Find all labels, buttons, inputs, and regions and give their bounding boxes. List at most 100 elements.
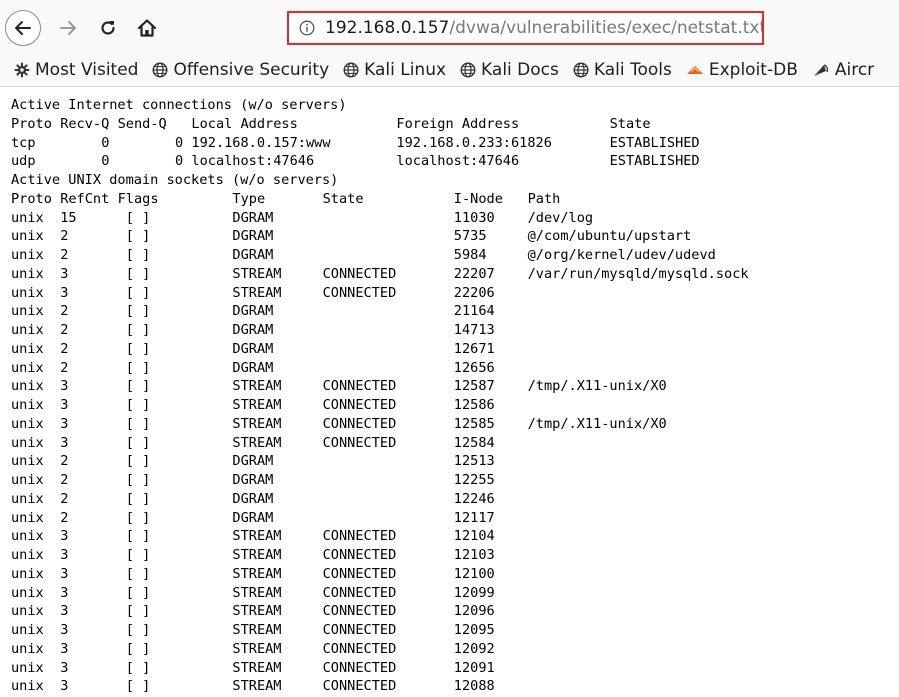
type-cell: STREAM [232,415,282,432]
refcnt-cell: 15 [60,209,77,226]
type-cell: STREAM [232,397,282,413]
bookmark-aircrack[interactable]: Aircr [812,60,874,80]
bookmark-kali-tools[interactable]: Kali Tools [573,60,672,80]
refcnt-cell: 3 [60,565,69,582]
proto-cell: unix [11,528,44,545]
inode-cell: 5984 [453,247,487,263]
flags-cell: [ ] [125,322,151,338]
unix-socket-row: unix 3 [ ] STREAM CONNECTED 12103 [11,546,899,565]
aircrack-icon [812,62,830,78]
flags-cell: [ ] [125,640,151,657]
unix-socket-row: unix 2 [ ] DGRAM 5735 @/com/ubuntu/upstart [11,227,899,246]
proto-cell: tcp [11,134,36,151]
column-header: State [322,190,364,207]
state-cell: CONNECTED [322,378,397,395]
send-q-cell: 0 [175,134,184,151]
bookmark-offensive-security[interactable]: Offensive Security [152,60,329,80]
inode-cell: 11030 [453,209,495,226]
type-cell: STREAM [232,640,282,657]
type-cell: DGRAM [232,209,274,226]
type-cell: STREAM [232,659,282,676]
flags-cell: [ ] [125,434,151,451]
globe-icon [152,62,168,78]
inet-header-row: Proto Recv-Q Send-Q Local Address Foreign Ad… [11,115,899,134]
flags-cell: [ ] [125,659,151,676]
proto-cell: unix [11,247,44,263]
refcnt-cell: 3 [60,603,69,620]
flags-cell: [ ] [125,678,151,695]
unix-socket-row: unix 3 [ ] STREAM CONNECTED 12096 [11,602,899,621]
globe-icon [460,62,476,78]
column-header: Proto [11,115,52,132]
refcnt-cell: 2 [60,359,69,376]
proto-cell: unix [11,397,44,413]
flags-cell: [ ] [125,547,151,563]
home-button[interactable] [132,10,162,46]
type-cell: DGRAM [232,472,274,488]
flags-cell: [ ] [125,209,151,226]
state-cell: CONNECTED [322,640,397,657]
inode-cell: 14713 [453,322,495,338]
proto-cell: unix [11,472,44,488]
inode-cell: 12255 [453,472,495,488]
inode-cell: 12100 [453,565,495,582]
reload-button[interactable] [94,10,122,46]
address-bar[interactable]: 192.168.0.157/dvwa/vulnerabilities/exec/… [287,11,764,45]
refcnt-cell: 2 [60,247,69,263]
flags-cell: [ ] [125,378,151,395]
refcnt-cell: 3 [60,622,69,638]
type-cell: STREAM [232,584,282,601]
proto-cell: unix [11,434,44,451]
bookmark-exploit-db[interactable]: Exploit-DB [686,60,798,80]
url-path: /dvwa/vulnerabilities/exec/netstat.txt [449,18,764,38]
proto-cell: unix [11,565,44,582]
path-cell: /tmp/.X11-unix/X0 [527,415,667,432]
column-header: Proto [11,190,52,207]
inode-cell: 12586 [453,397,495,413]
bookmark-most-visited[interactable]: Most Visited [14,60,138,80]
unix-socket-row: unix 3 [ ] STREAM CONNECTED 22206 [11,284,899,303]
unix-socket-row: unix 3 [ ] STREAM CONNECTED 12099 [11,584,899,603]
column-header: I-Node [453,190,503,207]
unix-socket-row: unix 3 [ ] STREAM CONNECTED 22207/var/run/mys… [11,265,899,284]
inode-cell: 12513 [453,453,495,470]
state-cell: CONNECTED [322,622,397,638]
state-cell: ESTABLISHED [609,153,700,170]
unix-socket-row: unix 2 [ ] DGRAM 5984 @/org/kernel/udev/udevd [11,246,899,265]
bookmark-label: Most Visited [35,60,139,80]
unix-socket-row: unix 3 [ ] STREAM CONNECTED 12104 [11,527,899,546]
inode-cell: 12104 [453,528,495,545]
state-cell: CONNECTED [322,528,397,545]
refcnt-cell: 2 [60,453,69,470]
refcnt-cell: 3 [60,378,69,395]
foreign-address-cell: localhost:47646 [396,153,520,170]
flags-cell: [ ] [125,397,151,413]
bookmark-kali-docs[interactable]: Kali Docs [460,60,559,80]
back-arrow-icon [15,21,31,35]
back-button[interactable] [5,10,41,46]
inet-connection-row: udp 0 0 localhost:47646 localhost:47646 ESTAB… [11,152,899,171]
flags-cell: [ ] [125,265,151,282]
unix-heading: Active UNIX domain sockets (w/o servers) [11,171,899,190]
refcnt-cell: 2 [60,490,69,507]
proto-cell: unix [11,228,44,245]
local-address-cell: localhost:47646 [191,153,315,170]
flags-cell: [ ] [125,490,151,507]
bookmark-label: Offensive Security [173,60,330,80]
type-cell: STREAM [232,528,282,545]
bookmark-kali-linux[interactable]: Kali Linux [343,60,446,80]
flags-cell: [ ] [125,359,151,376]
state-cell: CONNECTED [322,397,397,413]
unix-header-row: Proto RefCnt Flags Type State I-Node Path [11,190,899,209]
unix-socket-row: unix 2 [ ] DGRAM 12513 [11,452,899,471]
column-header: Flags [117,190,159,207]
flags-cell: [ ] [125,603,151,620]
unix-socket-row: unix 2 [ ] DGRAM 12117 [11,509,899,528]
refcnt-cell: 3 [60,434,69,451]
unix-socket-row: unix 2 [ ] DGRAM 12656 [11,359,899,378]
path-cell: /var/run/mysqld/mysqld.sock [527,265,749,282]
info-icon[interactable] [299,20,315,36]
forward-button[interactable] [54,10,82,46]
refcnt-cell: 3 [60,265,69,282]
type-cell: STREAM [232,378,282,395]
